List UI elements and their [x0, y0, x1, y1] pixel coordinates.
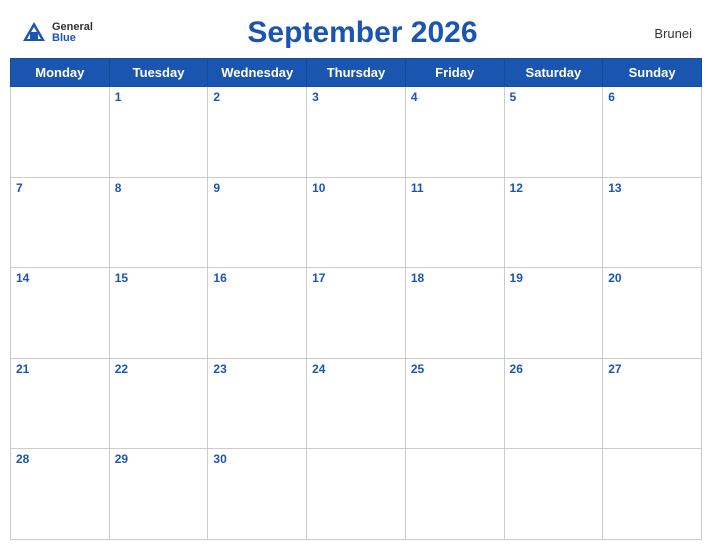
calendar-cell: 16: [208, 268, 307, 359]
day-number: 24: [312, 362, 400, 376]
weekday-friday: Friday: [405, 59, 504, 87]
calendar-cell: 29: [109, 449, 208, 540]
calendar-cell: 12: [504, 177, 603, 268]
day-number: 20: [608, 271, 696, 285]
calendar-cell: [603, 449, 702, 540]
day-number: 8: [115, 181, 203, 195]
week-row-1: 123456: [11, 87, 702, 178]
calendar-body: 1234567891011121314151617181920212223242…: [11, 87, 702, 540]
weekday-thursday: Thursday: [307, 59, 406, 87]
calendar-cell: 20: [603, 268, 702, 359]
day-number: 11: [411, 181, 499, 195]
calendar-cell: 17: [307, 268, 406, 359]
country-label: Brunei: [632, 26, 692, 41]
day-number: 28: [16, 452, 104, 466]
day-number: 30: [213, 452, 301, 466]
calendar-cell: 19: [504, 268, 603, 359]
weekday-header-row: MondayTuesdayWednesdayThursdayFridaySatu…: [11, 59, 702, 87]
weekday-wednesday: Wednesday: [208, 59, 307, 87]
day-number: 3: [312, 90, 400, 104]
calendar-cell: 15: [109, 268, 208, 359]
calendar-cell: 13: [603, 177, 702, 268]
calendar-cell: 7: [11, 177, 110, 268]
day-number: 25: [411, 362, 499, 376]
calendar-cell: 6: [603, 87, 702, 178]
header: General Blue September 2026 Brunei: [10, 10, 702, 52]
day-number: 26: [510, 362, 598, 376]
day-number: 5: [510, 90, 598, 104]
day-number: 14: [16, 271, 104, 285]
day-number: 23: [213, 362, 301, 376]
day-number: 2: [213, 90, 301, 104]
calendar-cell: 11: [405, 177, 504, 268]
day-number: 9: [213, 181, 301, 195]
calendar-cell: [307, 449, 406, 540]
weekday-monday: Monday: [11, 59, 110, 87]
day-number: 27: [608, 362, 696, 376]
day-number: 16: [213, 271, 301, 285]
day-number: 10: [312, 181, 400, 195]
day-number: 15: [115, 271, 203, 285]
calendar-table: MondayTuesdayWednesdayThursdayFridaySatu…: [10, 58, 702, 540]
day-number: 22: [115, 362, 203, 376]
calendar-cell: 5: [504, 87, 603, 178]
day-number: 4: [411, 90, 499, 104]
day-number: 7: [16, 181, 104, 195]
calendar-cell: 24: [307, 358, 406, 449]
logo-text: General Blue: [52, 22, 93, 44]
calendar-cell: [504, 449, 603, 540]
calendar-cell: 2: [208, 87, 307, 178]
day-number: 17: [312, 271, 400, 285]
calendar-cell: 23: [208, 358, 307, 449]
calendar-cell: 1: [109, 87, 208, 178]
logo: General Blue: [20, 19, 93, 47]
calendar-cell: [405, 449, 504, 540]
calendar-cell: 4: [405, 87, 504, 178]
calendar-cell: 30: [208, 449, 307, 540]
calendar-cell: 14: [11, 268, 110, 359]
calendar-cell: 27: [603, 358, 702, 449]
calendar-cell: 22: [109, 358, 208, 449]
day-number: 29: [115, 452, 203, 466]
weekday-saturday: Saturday: [504, 59, 603, 87]
calendar-cell: 9: [208, 177, 307, 268]
generalblue-icon: [20, 19, 48, 47]
day-number: 1: [115, 90, 203, 104]
weekday-tuesday: Tuesday: [109, 59, 208, 87]
weekday-sunday: Sunday: [603, 59, 702, 87]
week-row-3: 14 15 16 17 18 19 20: [11, 268, 702, 359]
day-number: 18: [411, 271, 499, 285]
day-number: 21: [16, 362, 104, 376]
calendar-cell: 26: [504, 358, 603, 449]
calendar-header: MondayTuesdayWednesdayThursdayFridaySatu…: [11, 59, 702, 87]
calendar-cell: 3: [307, 87, 406, 178]
week-row-5: 28 29 30: [11, 449, 702, 540]
calendar-cell: 28: [11, 449, 110, 540]
calendar-cell: 8: [109, 177, 208, 268]
calendar-cell: 10: [307, 177, 406, 268]
logo-blue-label: Blue: [52, 33, 93, 44]
calendar-cell: 18: [405, 268, 504, 359]
calendar-title: September 2026: [247, 16, 477, 50]
day-number: 6: [608, 90, 696, 104]
week-row-4: 21 22 23 24 25 26 27: [11, 358, 702, 449]
week-row-2: 789 10 11 12 13: [11, 177, 702, 268]
calendar-cell: 25: [405, 358, 504, 449]
calendar-cell: 21: [11, 358, 110, 449]
day-number: 12: [510, 181, 598, 195]
calendar-cell: [11, 87, 110, 178]
day-number: 19: [510, 271, 598, 285]
day-number: 13: [608, 181, 696, 195]
